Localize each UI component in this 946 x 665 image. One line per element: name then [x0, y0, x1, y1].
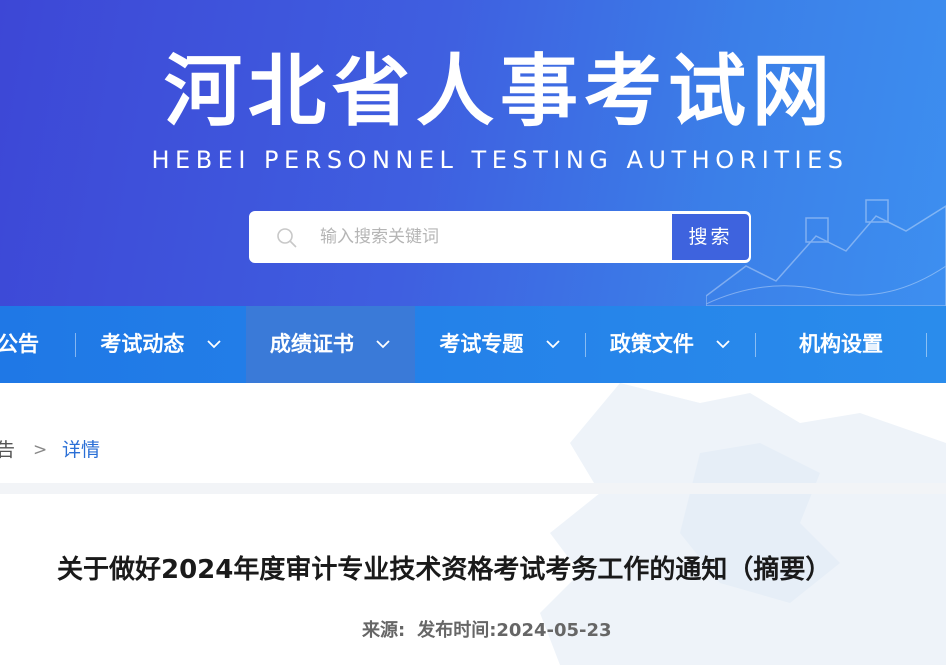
- site-header: 河北省人事考试网 HEBEI PERSONNEL TESTING AUTHORI…: [0, 0, 946, 306]
- nav-item-label: 政策文件: [609, 332, 694, 356]
- nav-divider: [926, 333, 927, 357]
- nav-item-label: 考试动态: [100, 332, 185, 356]
- site-title: 河北省人事考试网: [163, 47, 836, 137]
- main-nav: 公告 考试动态 成绩证书 考试专题 政策文件 机构设置: [0, 306, 946, 383]
- search-icon: [277, 228, 297, 248]
- breadcrumb-current: 详情: [62, 439, 101, 461]
- chevron-down-icon: [207, 340, 221, 349]
- source-label: 来源:: [362, 620, 406, 641]
- article-meta: 来源: 发布时间:2024-05-23: [362, 617, 612, 645]
- nav-item-label: 公告: [0, 332, 39, 356]
- nav-item-scores-certificates[interactable]: 成绩证书: [246, 306, 415, 383]
- breadcrumb-separator: >: [33, 440, 48, 460]
- published-date: 2024-05-23: [496, 620, 612, 641]
- search-button[interactable]: 搜索: [671, 213, 750, 261]
- nav-item-label: 成绩证书: [269, 332, 354, 356]
- nav-item-organization[interactable]: 机构设置: [756, 306, 926, 383]
- nav-item-announcements[interactable]: 公告: [0, 306, 40, 383]
- search-box: 搜索: [249, 211, 751, 263]
- search-input[interactable]: [320, 212, 670, 262]
- chevron-down-icon: [546, 340, 560, 349]
- published-label: 发布时间:: [417, 620, 497, 641]
- nav-item-label: 考试专题: [439, 332, 524, 356]
- nav-item-label: 机构设置: [799, 332, 883, 356]
- chevron-down-icon: [716, 340, 730, 349]
- section-divider: [0, 483, 946, 494]
- nav-item-policy-documents[interactable]: 政策文件: [586, 306, 755, 383]
- nav-item-exam-news[interactable]: 考试动态: [76, 306, 246, 383]
- nav-item-exam-topics[interactable]: 考试专题: [415, 306, 585, 383]
- article-title: 关于做好2024年度审计专业技术资格考试考务工作的通知（摘要）: [57, 555, 832, 585]
- site-subtitle: HEBEI PERSONNEL TESTING AUTHORITIES: [151, 146, 849, 174]
- breadcrumb-item[interactable]: 告: [0, 437, 15, 463]
- chevron-down-icon: [376, 340, 390, 349]
